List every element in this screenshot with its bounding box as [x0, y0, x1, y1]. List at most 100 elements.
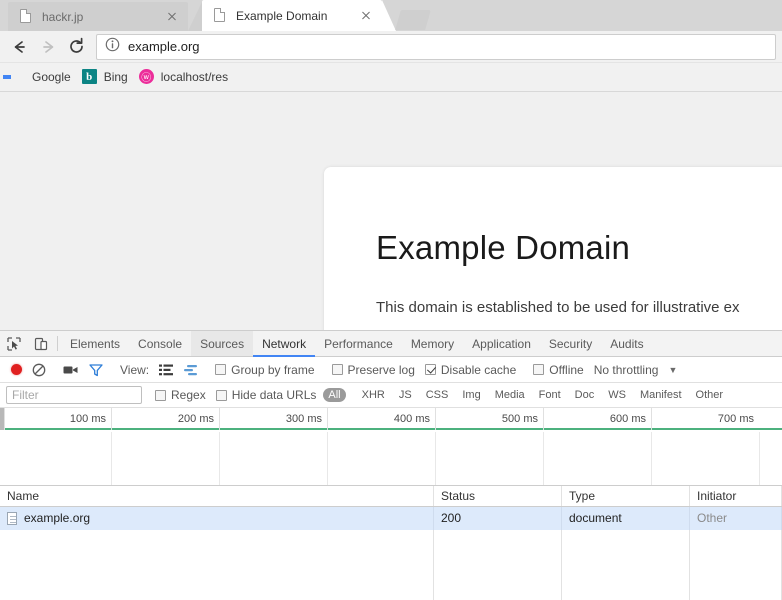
- divider: [57, 336, 58, 351]
- waterfall-view-icon: [184, 364, 198, 375]
- bookmark-label: Bing: [103, 70, 128, 84]
- timeline-gridline: [111, 432, 112, 485]
- preserve-log-checkbox[interactable]: Preserve log: [327, 360, 420, 380]
- close-icon[interactable]: [358, 8, 374, 24]
- new-tab-button[interactable]: [395, 10, 431, 30]
- type-filter-all[interactable]: All: [323, 388, 346, 402]
- type-filter-ws[interactable]: WS: [603, 388, 631, 402]
- type-filter-xhr[interactable]: XHR: [357, 388, 390, 402]
- devtools-tab-network[interactable]: Network: [253, 331, 316, 357]
- google-icon: [10, 69, 26, 85]
- devtools-tab-label: Network: [262, 336, 307, 351]
- view-list-button[interactable]: [154, 360, 178, 380]
- regex-checkbox[interactable]: Regex: [150, 385, 211, 405]
- throttling-select[interactable]: No throttling: [589, 360, 664, 380]
- devtools-tab-console[interactable]: Console: [129, 331, 191, 356]
- capture-screenshots-button[interactable]: [58, 360, 84, 380]
- timeline-tick: 600 ms: [543, 408, 651, 430]
- column-header-name[interactable]: Name: [0, 486, 434, 506]
- timeline-gridline: [435, 432, 436, 485]
- devtools-tab-elements[interactable]: Elements: [61, 331, 129, 356]
- checkbox-box: [533, 364, 545, 375]
- record-icon: [11, 364, 22, 375]
- bookmark-label: localhost/res: [160, 70, 229, 84]
- devtools-tab-label: Sources: [200, 336, 245, 351]
- view-label: View:: [120, 362, 150, 377]
- devtools-tab-performance[interactable]: Performance: [315, 331, 402, 356]
- cell-status: 200: [434, 507, 562, 530]
- address-bar-url: example.org: [128, 39, 200, 54]
- type-filter-css[interactable]: CSS: [421, 388, 454, 402]
- camera-icon: [63, 366, 78, 373]
- type-filter-manifest[interactable]: Manifest: [635, 388, 687, 402]
- type-filter-js[interactable]: JS: [394, 388, 417, 402]
- bookmark-localhost-res[interactable]: ⓦ localhost/res: [137, 66, 235, 88]
- forward-button[interactable]: [34, 33, 62, 61]
- table-empty-area: [0, 530, 782, 600]
- clear-icon: [32, 363, 46, 376]
- tab-divider: [382, 0, 396, 31]
- hide-data-urls-checkbox[interactable]: Hide data URLs: [211, 385, 322, 405]
- checkbox-box: [155, 389, 166, 401]
- info-icon[interactable]: [105, 37, 121, 57]
- page-icon: [20, 8, 34, 25]
- devtools-tab-audits[interactable]: Audits: [601, 331, 652, 356]
- cell-initiator: Other: [690, 507, 782, 530]
- type-filter-other[interactable]: Other: [691, 388, 729, 402]
- device-toolbar-icon[interactable]: [27, 331, 54, 356]
- column-header-type[interactable]: Type: [562, 486, 690, 506]
- timeline-gridline: [219, 432, 220, 485]
- offline-checkbox[interactable]: Offline: [528, 360, 588, 380]
- timeline-tick: 300 ms: [219, 408, 327, 430]
- filter-toggle-button[interactable]: [84, 360, 108, 380]
- browser-tab-example-domain[interactable]: Example Domain: [202, 0, 382, 31]
- devtools-tab-memory[interactable]: Memory: [402, 331, 463, 356]
- disable-cache-label: Disable cache: [440, 362, 517, 377]
- devtools-tab-application[interactable]: Application: [463, 331, 540, 356]
- type-filter-img[interactable]: Img: [457, 388, 485, 402]
- type-filter-media[interactable]: Media: [490, 388, 530, 402]
- filter-input[interactable]: [6, 386, 142, 404]
- request-name: example.org: [24, 511, 91, 525]
- tab-strip: hackr.jp Example Domain: [0, 0, 782, 31]
- browser-tab-hackr[interactable]: hackr.jp: [8, 2, 188, 31]
- page-viewport: Example Domain This domain is establishe…: [0, 92, 782, 330]
- document-icon: [7, 512, 17, 525]
- bookmark-bing[interactable]: b Bing: [80, 66, 135, 88]
- timeline-tick: 700 ms: [651, 408, 759, 430]
- devtools-tab-sources[interactable]: Sources: [191, 331, 254, 356]
- back-button[interactable]: [6, 33, 34, 61]
- network-overview-timeline[interactable]: 100 ms 200 ms 300 ms 400 ms 500 ms 600 m…: [0, 408, 782, 486]
- column-header-status[interactable]: Status: [434, 486, 562, 506]
- checkbox-box: [331, 364, 343, 375]
- record-button[interactable]: [6, 360, 27, 380]
- address-bar[interactable]: example.org: [96, 33, 776, 60]
- devtools-tab-label: Console: [138, 336, 183, 351]
- disable-cache-checkbox[interactable]: Disable cache: [420, 360, 521, 380]
- close-icon[interactable]: [164, 9, 180, 25]
- type-filter-font[interactable]: Font: [534, 388, 566, 402]
- devtools-tab-label: Performance: [324, 336, 393, 351]
- type-filter-doc[interactable]: Doc: [570, 388, 600, 402]
- regex-label: Regex: [171, 388, 206, 402]
- throttling-caret[interactable]: ▼: [663, 360, 682, 380]
- view-waterfall-button[interactable]: [178, 360, 203, 380]
- offline-label: Offline: [549, 362, 584, 377]
- timeline-tick: 500 ms: [435, 408, 543, 430]
- column-header-initiator[interactable]: Initiator: [690, 486, 782, 506]
- empty-col-status: [434, 530, 562, 600]
- reload-button[interactable]: [62, 33, 90, 61]
- devtools-tab-security[interactable]: Security: [540, 331, 601, 356]
- tab-divider: [188, 0, 202, 31]
- empty-col-initiator: [690, 530, 782, 600]
- empty-col-name: [0, 530, 434, 600]
- clear-button[interactable]: [27, 360, 51, 380]
- bookmark-google[interactable]: Google: [8, 66, 78, 88]
- devtools-tab-bar: Elements Console Sources Network Perform…: [0, 331, 782, 357]
- table-row[interactable]: example.org 200 document Other: [0, 507, 782, 530]
- group-by-frame-checkbox[interactable]: Group by frame: [210, 360, 319, 380]
- checkbox-box-checked: [424, 364, 436, 375]
- inspect-element-icon[interactable]: [0, 331, 27, 356]
- page-title: Example Domain: [376, 229, 631, 266]
- timeline-gridline: [759, 432, 760, 485]
